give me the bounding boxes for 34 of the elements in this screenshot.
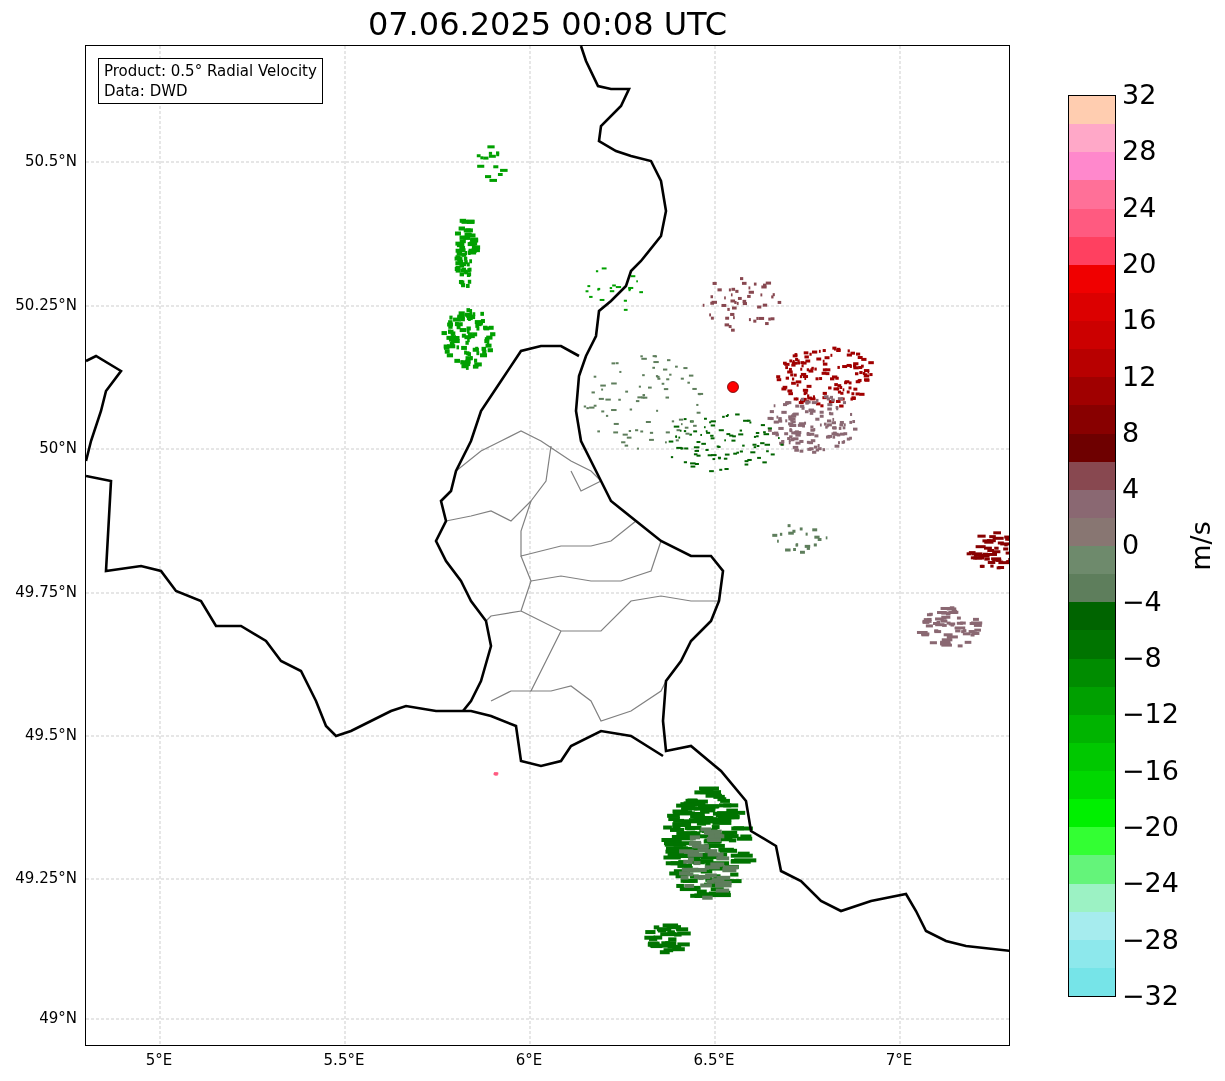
colorbar-tick-label: 16 (1122, 304, 1157, 337)
longitude-label: 5.5°E (323, 1051, 365, 1069)
info-text: Product: 0.5° Radial Velocity (104, 61, 317, 81)
latitude-label: 50°N (39, 439, 77, 457)
latitude-label: 49.5°N (24, 726, 77, 744)
colorbar-unit-label: m/s (1184, 521, 1217, 571)
colorbar-tick-label: −24 (1122, 867, 1179, 900)
latitude-label: 49.25°N (15, 869, 77, 887)
chart-title: 07.06.2025 00:08 UTC (366, 4, 729, 44)
colorbar-tick-label: −8 (1122, 642, 1162, 675)
latitude-label: 50.5°N (24, 152, 77, 170)
colorbar-tick-label: 0 (1122, 529, 1140, 562)
latitude-label: 50.25°N (15, 296, 77, 314)
longitude-label: 6°E (515, 1051, 543, 1069)
colorbar-tick-label: −28 (1122, 923, 1179, 956)
colorbar-tick-label: 4 (1122, 473, 1140, 506)
latitude-label: 49°N (39, 1009, 77, 1027)
colorbar-tick-label: −32 (1122, 979, 1179, 1012)
colorbar-tick-label: 32 (1122, 79, 1157, 111)
colorbar-tick-label: −12 (1122, 698, 1179, 731)
colorbar-tick-label: 24 (1122, 191, 1157, 224)
colorbar-tick-label: −4 (1122, 585, 1162, 618)
colorbar-tick-label: 28 (1122, 135, 1157, 168)
colorbar-tick-label: −16 (1122, 754, 1179, 787)
colorbar-tick-label: 8 (1122, 416, 1140, 449)
colorbar-tick-label: 12 (1122, 360, 1157, 393)
longitude-label: 6.5°E (693, 1051, 735, 1069)
latitude-label: 49.75°N (15, 583, 77, 601)
radar-site-marker (727, 381, 739, 393)
colorbar-tick-label: 20 (1122, 247, 1157, 280)
longitude-label: 7°E (885, 1051, 913, 1069)
colorbar-tick-label: −20 (1122, 811, 1179, 843)
info-text: Data: DWD (104, 81, 189, 101)
longitude-label: 5°E (145, 1051, 173, 1069)
